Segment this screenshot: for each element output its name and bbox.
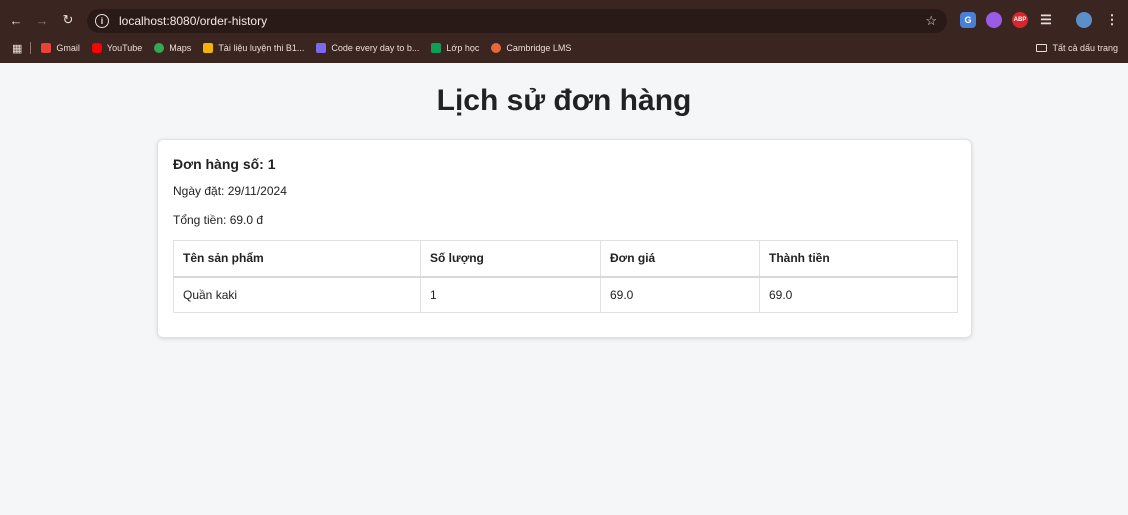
cell-quantity: 1 [420, 276, 601, 313]
bookmark-label: Maps [169, 43, 192, 53]
bookmarks-divider [30, 42, 32, 54]
translate-extension-icon[interactable]: G [960, 12, 976, 28]
bookmark-gmail[interactable]: Gmail [41, 43, 80, 53]
bookmark-label: Tài liệu luyện thi B1... [218, 43, 305, 53]
bookmark-b1[interactable]: Tài liệu luyện thi B1... [203, 43, 304, 53]
apps-grid-icon[interactable]: ▦ [12, 42, 22, 55]
bookmark-cambridge[interactable]: Cambridge LMS [491, 43, 571, 53]
bookmark-label: Cambridge LMS [506, 43, 572, 53]
youtube-icon [91, 43, 102, 53]
order-items-table: Tên sản phẩm Số lượng Đơn giá Thành tiền… [173, 240, 958, 313]
gmail-icon [41, 43, 52, 53]
column-header: Đơn giá [600, 240, 760, 278]
bookmark-code[interactable]: Code every day to b... [316, 43, 419, 53]
table-row: Quần kaki 1 69.0 69.0 [173, 276, 958, 313]
order-heading: Đơn hàng số: 1 [173, 156, 276, 172]
cell-product-name: Quần kaki [173, 276, 421, 313]
bookmark-label: Lớp học [446, 43, 480, 53]
cell-line-total: 69.0 [759, 276, 958, 313]
site-info-icon[interactable]: i [95, 14, 109, 28]
bookmark-youtube[interactable]: YouTube [91, 43, 143, 53]
order-total: Tổng tiền: 69.0 đ [173, 213, 264, 227]
bookmark-label: Gmail [56, 43, 80, 53]
page-title: Lịch sử đơn hàng [436, 84, 692, 117]
table-header-row: Tên sản phẩm Số lượng Đơn giá Thành tiền [173, 240, 958, 278]
all-bookmarks-label: Tất cả dấu trang [1052, 43, 1118, 53]
back-arrow-icon[interactable]: ← [5, 9, 27, 31]
column-header: Tên sản phẩm [173, 240, 421, 278]
column-header: Thành tiền [759, 240, 958, 278]
bookmark-maps[interactable]: Maps [154, 43, 191, 53]
profile-avatar[interactable] [1076, 12, 1092, 28]
bookmark-label: Code every day to b... [331, 43, 420, 53]
address-bar[interactable]: i localhost:8080/order-history ☆ [87, 9, 947, 33]
order-date: Ngày đặt: 29/11/2024 [173, 184, 287, 198]
bookmark-star-icon[interactable]: ☆ [925, 13, 937, 29]
order-card: Đơn hàng số: 1 Ngày đặt: 29/11/2024 Tổng… [157, 139, 972, 338]
bookmarks-bar: ▦ Gmail YouTube Maps Tài liệu luyện thi … [0, 38, 1128, 58]
extension-icon[interactable] [986, 12, 1002, 28]
folder-icon [1036, 44, 1048, 52]
maps-pin-icon [154, 43, 165, 53]
classroom-icon [431, 43, 442, 53]
url-text[interactable]: localhost:8080/order-history [119, 14, 267, 28]
bookmark-favicon-icon [203, 43, 214, 53]
bookmark-classroom[interactable]: Lớp học [431, 43, 479, 53]
reload-icon[interactable]: ↻ [57, 9, 79, 31]
browser-chrome: ← → ↻ i localhost:8080/order-history ☆ G… [0, 0, 1128, 63]
cell-unit-price: 69.0 [600, 276, 760, 313]
forward-arrow-icon[interactable]: → [31, 9, 53, 31]
column-header: Số lượng [420, 240, 601, 278]
all-bookmarks-button[interactable]: Tất cả dấu trang [1036, 43, 1118, 53]
browser-toolbar: ← → ↻ i localhost:8080/order-history ☆ G… [0, 0, 1128, 40]
adblock-extension-icon[interactable]: ABP [1012, 12, 1028, 28]
extensions-puzzle-icon[interactable]: ☰ [1038, 12, 1054, 28]
bookmark-label: YouTube [106, 43, 143, 53]
menu-kebab-icon[interactable]: ⋮ [1104, 12, 1120, 28]
bookmark-favicon-icon [316, 43, 327, 53]
cambridge-icon [491, 43, 502, 53]
